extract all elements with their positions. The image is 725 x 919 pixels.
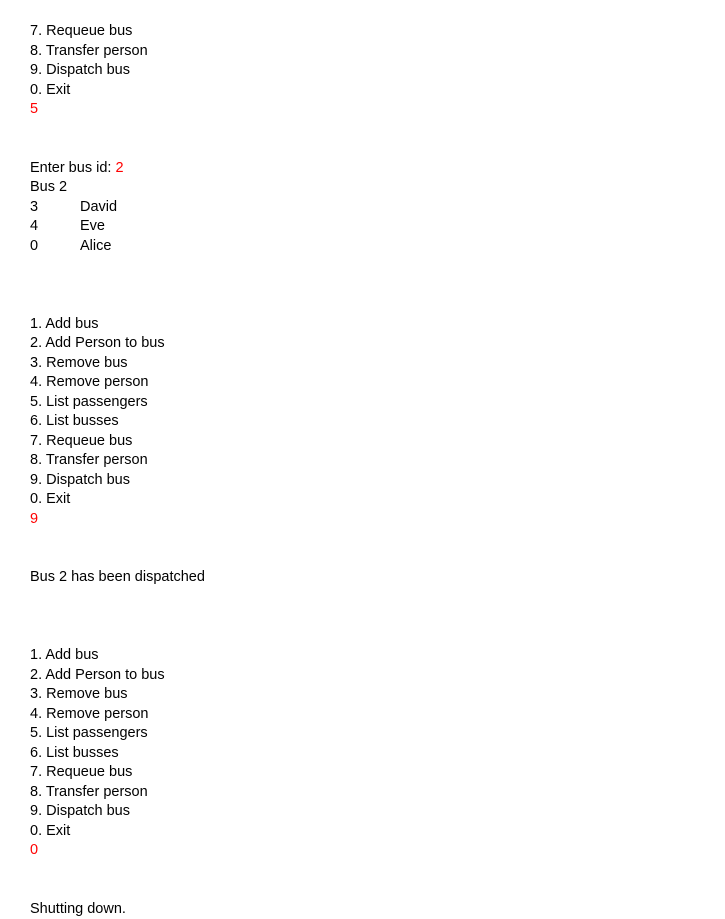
blank-line — [30, 295, 725, 315]
menu-option-6: 6. List busses — [30, 412, 725, 432]
passenger-row: 3 David — [30, 198, 725, 218]
passenger-name: David — [80, 198, 117, 218]
menu-option-5: 5. List passengers — [30, 393, 725, 413]
blank-line — [30, 588, 725, 608]
prompt-bus-id-value: 2 — [115, 160, 123, 176]
blank-line — [30, 549, 725, 569]
menu-option-1: 1. Add bus — [30, 315, 725, 335]
menu-option-8: 8. Transfer person — [30, 451, 725, 471]
menu-option-4: 4. Remove person — [30, 705, 725, 725]
blank-line — [30, 861, 725, 881]
blank-line — [30, 529, 725, 549]
menu-option-9: 9. Dispatch bus — [30, 471, 725, 491]
blank-line — [30, 880, 725, 900]
passenger-row: 0 Alice — [30, 237, 725, 257]
menu-option-1: 1. Add bus — [30, 646, 725, 666]
menu-option-9: 9. Dispatch bus — [30, 802, 725, 822]
menu-option-0: 0. Exit — [30, 822, 725, 842]
blank-line — [30, 256, 725, 276]
menu-option-3: 3. Remove bus — [30, 354, 725, 374]
blank-line — [30, 607, 725, 627]
menu-option-4: 4. Remove person — [30, 373, 725, 393]
user-input-echo-list-passengers: 5 — [30, 100, 725, 120]
menu-option-2: 2. Add Person to bus — [30, 334, 725, 354]
passenger-id: 3 — [30, 198, 80, 218]
blank-line — [30, 276, 725, 296]
dispatch-message: Bus 2 has been dispatched — [30, 568, 725, 588]
passenger-name: Alice — [80, 237, 111, 257]
blank-line — [30, 139, 725, 159]
menu-option: 0. Exit — [30, 81, 725, 101]
menu-option-8: 8. Transfer person — [30, 783, 725, 803]
menu-option-3: 3. Remove bus — [30, 685, 725, 705]
passenger-id: 4 — [30, 217, 80, 237]
menu-option: 9. Dispatch bus — [30, 61, 725, 81]
menu-option-0: 0. Exit — [30, 490, 725, 510]
passenger-id: 0 — [30, 237, 80, 257]
menu-option-7: 7. Requeue bus — [30, 432, 725, 452]
menu-option: 8. Transfer person — [30, 42, 725, 62]
menu-option-2: 2. Add Person to bus — [30, 666, 725, 686]
console-output: 7. Requeue bus 8. Transfer person 9. Dis… — [0, 0, 725, 919]
shutdown-message: Shutting down. — [30, 900, 725, 919]
menu-option-5: 5. List passengers — [30, 724, 725, 744]
bus-header: Bus 2 — [30, 178, 725, 198]
prompt-bus-id-label: Enter bus id: — [30, 160, 115, 176]
prompt-bus-id: Enter bus id: 2 — [30, 159, 725, 179]
blank-line — [30, 627, 725, 647]
passenger-name: Eve — [80, 217, 105, 237]
passenger-row: 4 Eve — [30, 217, 725, 237]
user-input-echo-exit: 0 — [30, 841, 725, 861]
menu-option: 7. Requeue bus — [30, 22, 725, 42]
blank-line — [30, 120, 725, 140]
menu-option-7: 7. Requeue bus — [30, 763, 725, 783]
user-input-echo-dispatch: 9 — [30, 510, 725, 530]
menu-option-6: 6. List busses — [30, 744, 725, 764]
